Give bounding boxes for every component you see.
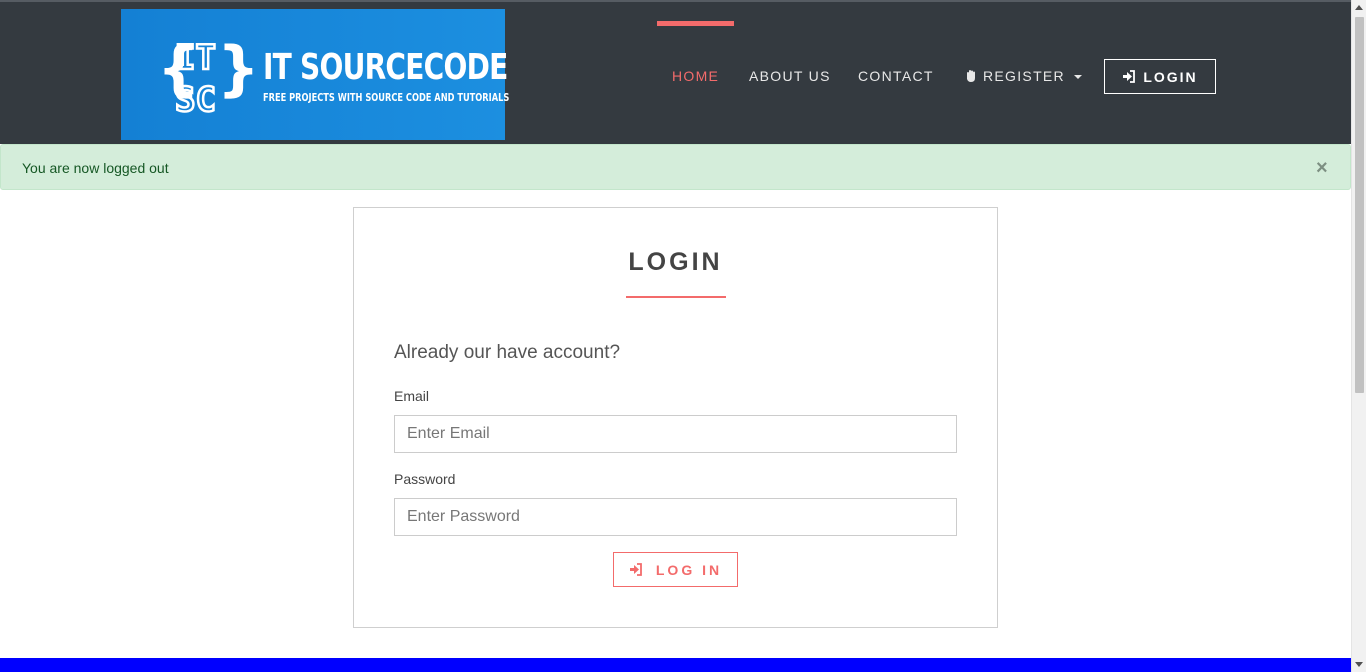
password-field[interactable] [394,498,957,536]
register-label: REGISTER [983,68,1065,84]
page-scrollbar[interactable] [1351,0,1366,672]
login-subheading: Already our have account? [394,342,621,363]
password-label: Password [394,471,456,487]
nav-login-button[interactable]: LOGIN [1104,59,1216,94]
its-logo-icon: { } IT SC [157,34,253,119]
brand-logo[interactable]: { } IT SC IT SOURCECODE FREE PROJECTS WI… [121,9,509,140]
scroll-down-icon[interactable] [1355,662,1363,667]
login-card: LOGIN Already our have account? Email Pa… [353,207,998,628]
navbar: { } IT SC IT SOURCECODE FREE PROJECTS WI… [0,0,1351,144]
sign-in-icon [629,563,642,576]
footer-bar [0,658,1351,672]
scroll-up-icon[interactable] [1355,5,1363,10]
nav-home-link[interactable]: HOME [672,68,719,84]
nav-contact-link[interactable]: CONTACT [858,68,934,84]
email-label: Email [394,388,430,404]
login-submit-label: LOG IN [655,561,723,578]
nav-login-label: LOGIN [1143,68,1198,85]
title-underline [626,296,726,298]
svg-text:SC: SC [175,80,216,119]
login-title: LOGIN [628,248,723,276]
brand-subtitle: FREE PROJECTS WITH SOURCE CODE AND TUTOR… [263,91,510,104]
scrollbar-thumb[interactable] [1355,17,1364,393]
hand-icon [967,70,975,82]
svg-text:IT: IT [175,38,216,78]
alert-message: You are now logged out [22,160,169,176]
caret-down-icon [1073,74,1082,79]
active-nav-indicator [657,21,734,26]
nav-about-link[interactable]: ABOUT US [749,68,831,84]
brand-title: IT SOURCECODE [263,47,508,88]
email-field[interactable] [394,415,957,453]
login-submit-button[interactable]: LOG IN [613,552,738,587]
close-icon[interactable]: × [1316,158,1328,178]
logout-alert: You are now logged out × [0,144,1351,190]
svg-text:}: } [217,34,253,104]
nav-register-dropdown[interactable]: REGISTER [964,68,1082,84]
sign-in-icon [1123,70,1136,83]
